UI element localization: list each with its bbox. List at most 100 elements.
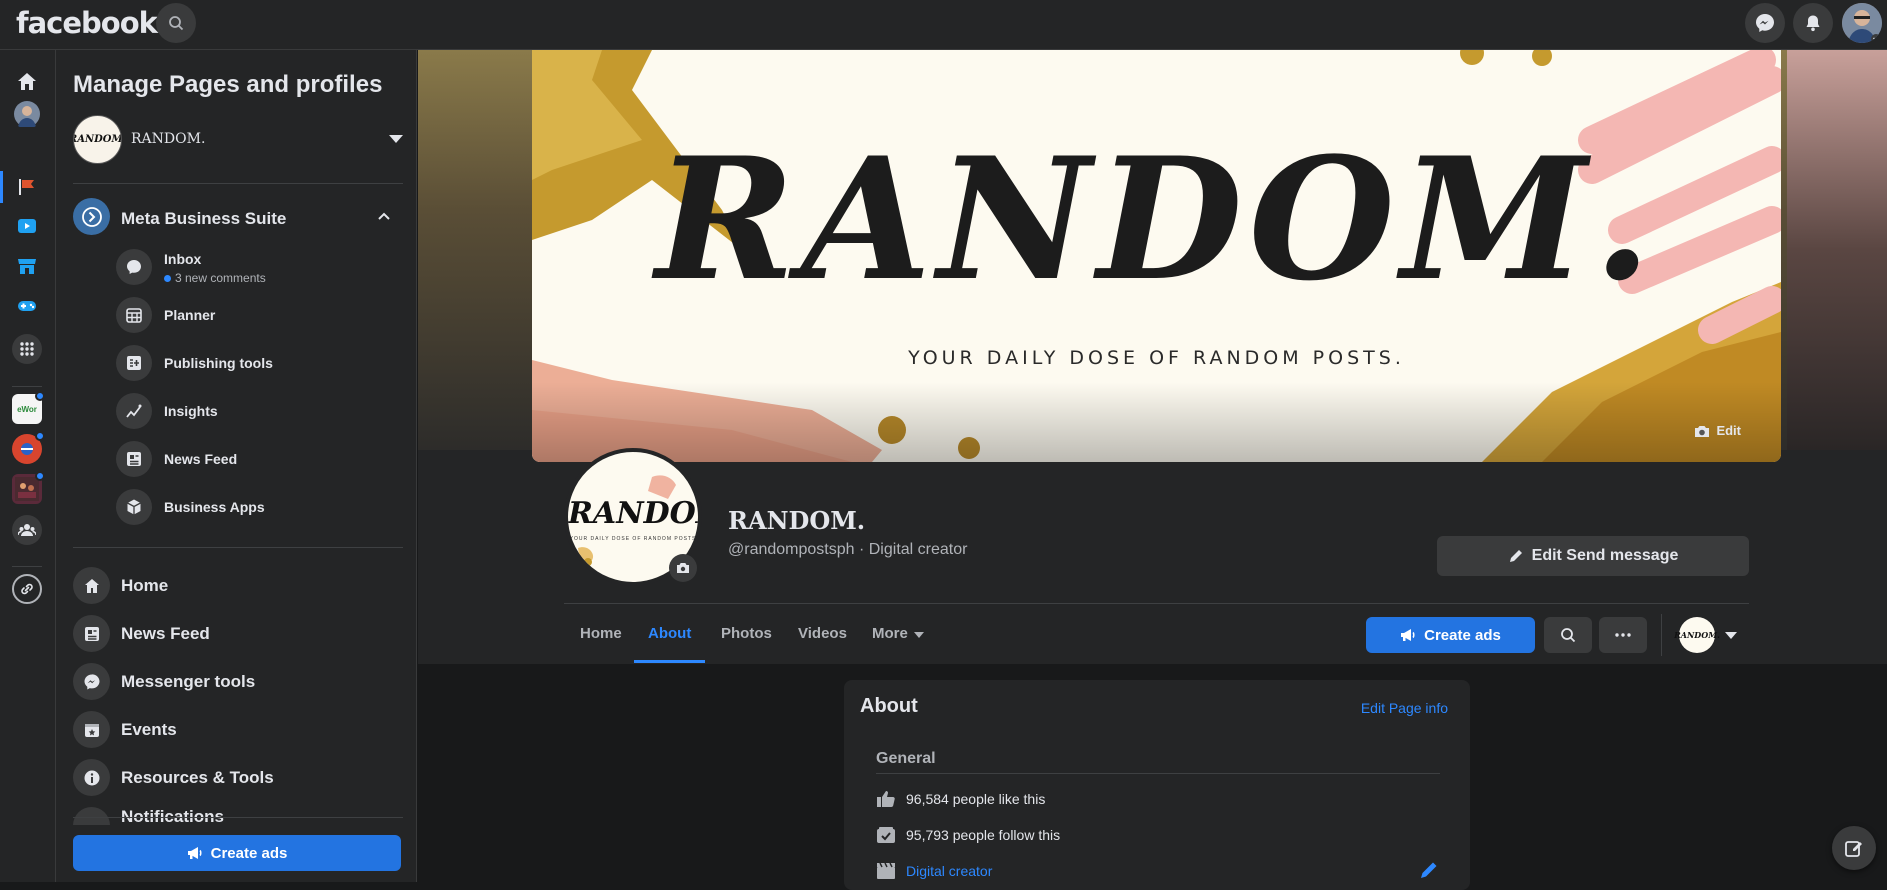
toolbar-divider <box>1661 614 1662 656</box>
sidebar-item-label: Home <box>121 576 169 595</box>
account-avatar[interactable] <box>1842 3 1882 43</box>
sidebar-divider <box>73 183 403 184</box>
sidebar-item-news-feed-nav[interactable]: News Feed <box>73 613 403 657</box>
rail-home[interactable] <box>12 67 42 97</box>
sidebar-item-label: Publishing tools <box>164 355 273 371</box>
rail-shortcut-3[interactable] <box>12 471 45 504</box>
sidebar-item-resources-tools[interactable]: Resources & Tools <box>73 757 403 801</box>
likes-count: 96,584 people like this <box>906 791 1046 807</box>
megaphone-icon <box>187 847 202 859</box>
sidebar-item-notifications[interactable]: Notifications <box>73 805 403 825</box>
cover-title: RANDOM. <box>655 120 1658 318</box>
cover-photo[interactable]: RANDOM. YOUR DAILY DOSE OF RANDOM POSTS.… <box>532 50 1781 462</box>
grid-menu-icon <box>20 342 34 356</box>
messenger-icon <box>1756 14 1774 32</box>
notifications-button[interactable] <box>1793 3 1833 43</box>
rail-profile[interactable] <box>12 99 42 129</box>
rail-pages[interactable] <box>12 172 42 202</box>
sidebar-divider <box>73 817 403 818</box>
sidebar-item-label: Planner <box>164 307 216 323</box>
info-icon <box>73 759 110 796</box>
group-photo-icon <box>15 477 39 501</box>
page-handle-category: @randompostsph · Digital creator <box>728 541 968 558</box>
box-icon <box>116 489 152 525</box>
caret-down-icon <box>913 632 924 638</box>
category-link[interactable]: Digital creator <box>906 863 992 879</box>
update-profile-picture-button[interactable] <box>669 554 697 582</box>
tab-about[interactable]: About <box>634 615 706 663</box>
edit-cover-label: Edit <box>1716 423 1741 438</box>
tab-more[interactable]: More <box>858 615 938 663</box>
insights-icon <box>116 393 152 429</box>
bell-icon <box>1806 15 1820 32</box>
sidebar-item-label: News Feed <box>121 624 210 643</box>
groups-icon <box>18 524 36 536</box>
link-icon <box>21 583 33 595</box>
rail-shortcut-2[interactable] <box>12 431 45 464</box>
tab-home[interactable]: Home <box>566 615 636 663</box>
sidebar-item-planner[interactable]: Planner <box>116 297 406 339</box>
page-search-button[interactable] <box>1544 617 1592 653</box>
tabs-divider <box>564 603 1749 604</box>
sidebar-item-business-apps[interactable]: Business Apps <box>116 489 406 531</box>
about-card: About Edit Page info General 96,584 peop… <box>844 680 1470 890</box>
tab-photos[interactable]: Photos <box>707 615 786 663</box>
sidebar-item-messenger-tools[interactable]: Messenger tools <box>73 661 403 705</box>
rail-divider <box>12 566 42 567</box>
edit-page-info-link[interactable]: Edit Page info <box>1361 700 1448 716</box>
sidebar-item-insights[interactable]: Insights <box>116 393 406 435</box>
sidebar-title: Manage Pages and profiles <box>73 71 383 98</box>
new-message-button[interactable] <box>1832 826 1876 870</box>
notification-dot <box>35 471 45 481</box>
pencil-icon[interactable] <box>1418 859 1440 881</box>
cover-backdrop-right <box>1787 50 1887 450</box>
news-feed-icon <box>116 441 152 477</box>
profile-photo-icon <box>14 101 40 127</box>
create-ads-button[interactable]: Create ads <box>1366 617 1535 653</box>
rail-link[interactable] <box>12 574 42 604</box>
camera-icon <box>1695 425 1710 437</box>
sidebar-create-ads-button[interactable]: Create ads <box>73 835 401 871</box>
notification-dot <box>35 391 45 401</box>
tab-more-label: More <box>872 625 908 642</box>
left-rail: eWor <box>0 50 56 882</box>
sidebar-divider <box>73 547 403 548</box>
cover-tagline: YOUR DAILY DOSE OF RANDOM POSTS. <box>908 347 1405 369</box>
rail-shortcut-1[interactable]: eWor <box>12 391 45 424</box>
acting-as-avatar[interactable]: RANDOM. <box>1674 617 1720 653</box>
bell-icon <box>73 807 110 825</box>
more-options-button[interactable] <box>1599 617 1647 653</box>
sidebar-item-label: Notifications <box>121 807 224 825</box>
meta-business-suite-toggle[interactable]: Meta Business Suite <box>73 198 403 238</box>
rail-groups[interactable] <box>12 515 42 545</box>
rail-watch[interactable] <box>12 211 42 241</box>
sidebar-item-events[interactable]: Events <box>73 709 403 753</box>
calendar-grid-icon <box>116 297 152 333</box>
caret-down-icon[interactable] <box>1725 632 1737 639</box>
compose-icon <box>1845 841 1862 857</box>
messenger-button[interactable] <box>1745 3 1785 43</box>
publishing-tools-icon <box>116 345 152 381</box>
meta-business-suite-icon <box>73 198 110 235</box>
sidebar-item-home[interactable]: Home <box>73 565 403 609</box>
rail-gaming[interactable] <box>12 291 42 321</box>
search-button[interactable] <box>156 3 196 43</box>
sidebar-item-news-feed[interactable]: News Feed <box>116 441 406 483</box>
page-selector[interactable]: RANDOM. RANDOM. <box>73 115 403 165</box>
tab-videos[interactable]: Videos <box>784 615 861 663</box>
unread-dot <box>164 275 171 282</box>
profile-picture-title: RANDOM. <box>568 496 698 531</box>
sidebar-item-publishing-tools[interactable]: Publishing tools <box>116 345 406 387</box>
general-section-title: General <box>876 750 936 767</box>
rail-menu[interactable] <box>12 334 42 364</box>
thumbs-up-icon <box>876 790 896 808</box>
page-name: RANDOM. <box>728 506 866 535</box>
edit-send-message-button[interactable]: Edit Send message <box>1437 536 1749 576</box>
sidebar-item-label: News Feed <box>164 451 238 467</box>
create-ads-label: Create ads <box>1424 626 1501 644</box>
edit-cover-button[interactable]: Edit <box>1694 423 1741 438</box>
facebook-logo[interactable]: facebook <box>16 6 158 40</box>
rail-marketplace[interactable] <box>12 251 42 281</box>
sidebar-item-inbox[interactable]: Inbox 3 new comments <box>116 249 406 291</box>
gamepad-icon <box>18 301 36 311</box>
